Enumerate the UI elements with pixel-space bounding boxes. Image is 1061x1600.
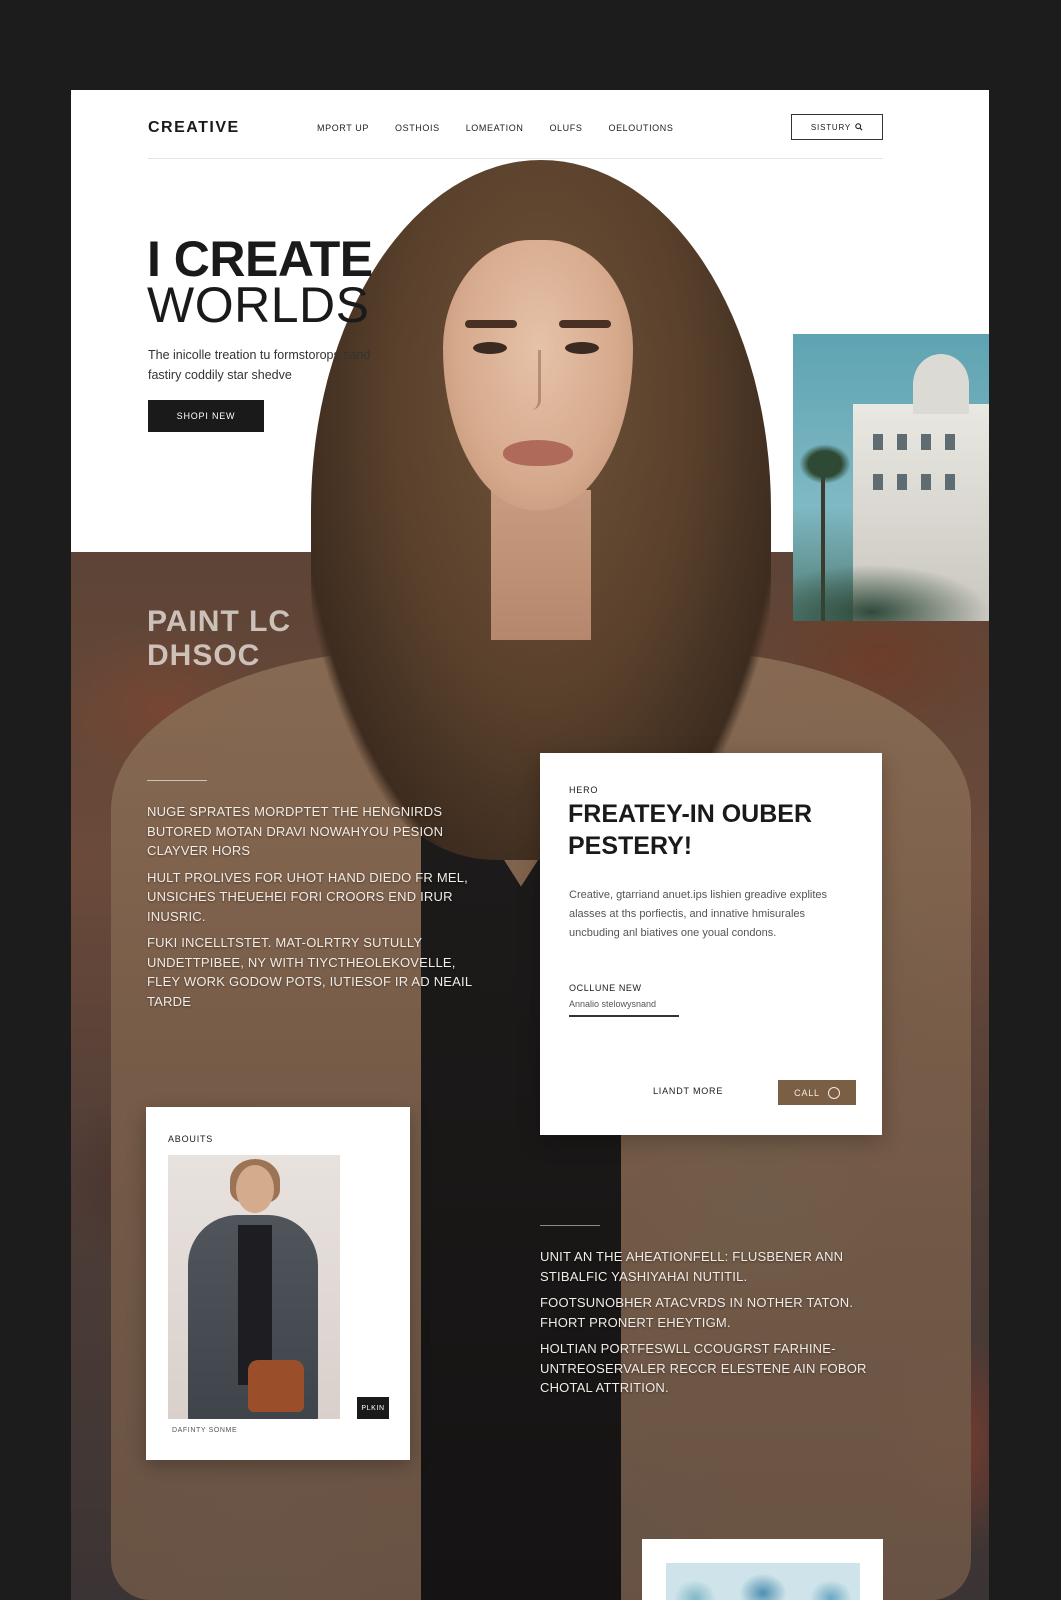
window xyxy=(897,474,907,490)
window xyxy=(945,434,955,450)
right-eye xyxy=(565,342,599,354)
header-search-button[interactable]: SISTURY xyxy=(791,114,883,140)
right-brow xyxy=(559,320,611,328)
photo-head xyxy=(236,1165,274,1213)
window xyxy=(873,474,883,490)
abouts-caption: DAFINTY SONME xyxy=(172,1427,238,1434)
left-brow xyxy=(465,320,517,328)
shop-now-button[interactable]: SHOPI NEW xyxy=(148,400,264,432)
hero-title-line2: WORLDS xyxy=(147,277,370,333)
nav-item-5[interactable]: OELOUTIONS xyxy=(608,123,673,133)
header-divider xyxy=(148,158,883,159)
trees xyxy=(793,564,989,621)
right-divider xyxy=(540,1225,600,1226)
abouts-button[interactable]: PLKIN xyxy=(357,1397,389,1419)
bottom-card xyxy=(642,1539,883,1600)
hero-title: I CREATE WORLDS xyxy=(147,231,373,333)
left-paragraph-3: FUKI INCELLTSTET. MAT-OLRTRY SUTULLY UND… xyxy=(147,935,472,1009)
building-photo xyxy=(793,334,989,621)
painted-title-line2: DHSOC xyxy=(147,639,261,672)
call-label: CALL xyxy=(794,1087,820,1098)
bottom-card-artwork xyxy=(666,1563,860,1600)
left-text-block: NUGE SPRATES MORDPTET THE HENGNIRDS BUTO… xyxy=(147,802,477,1018)
landing-page: CREATIVE MPORT UP OSTHOIS LOMEATION OLUF… xyxy=(71,90,989,1600)
left-divider xyxy=(147,780,207,781)
left-paragraph-1: NUGE SPRATES MORDPTET THE HENGNIRDS BUTO… xyxy=(147,804,444,858)
window xyxy=(897,434,907,450)
nav-item-4[interactable]: OLUFS xyxy=(549,123,582,133)
right-paragraph-3: HOLTIAN PORTFESWLL CCOUGRST FARHINE-UNTR… xyxy=(540,1341,867,1395)
nose xyxy=(525,350,541,410)
nav-item-1[interactable]: MPORT UP xyxy=(317,123,369,133)
left-paragraph-2: HULT PROLIVES FOR UHOT HAND DIEDO FR MEL… xyxy=(147,869,468,924)
window xyxy=(873,434,883,450)
site-header: CREATIVE MPORT UP OSTHOIS LOMEATION OLUF… xyxy=(71,90,989,160)
abouts-photo xyxy=(168,1155,340,1419)
circle-icon xyxy=(827,1086,840,1099)
painted-title: PAINT LC DHSOC xyxy=(147,605,291,673)
abouts-card: ABOUITS PLKIN DAFINTY SONME xyxy=(146,1107,410,1460)
card-link[interactable]: Annalio stelowysnand xyxy=(569,999,679,1017)
right-paragraph-1: UNIT AN THE AHEATIONFELL: FLUSBENER ANN … xyxy=(540,1249,844,1284)
neck-illustration xyxy=(491,490,591,640)
card-body: Creative, gtarriand anuet.ips lishien gr… xyxy=(569,889,828,939)
hero-card: HERO FREATEY-IN OUBER PESTERY! Creative,… xyxy=(540,753,882,1135)
hero-title-line1: I CREATE xyxy=(147,231,373,287)
right-paragraph-2: FOOTSUNOBHER ATACVRDS IN NOTHER TATON. F… xyxy=(540,1295,854,1330)
logo[interactable]: CREATIVE xyxy=(148,119,240,137)
palm-leaves xyxy=(799,444,851,484)
learn-more-button[interactable]: LIANDT MORE xyxy=(653,1086,723,1096)
card-label: OCLLUNE NEW xyxy=(569,983,642,993)
window xyxy=(921,474,931,490)
header-search-label: SISTURY xyxy=(810,122,852,132)
lips xyxy=(503,440,573,466)
window xyxy=(945,474,955,490)
painted-title-line1: PAINT LC xyxy=(147,605,292,638)
card-title: FREATEY-IN OUBER PESTERY! xyxy=(568,800,812,860)
left-eye xyxy=(473,342,507,354)
hero-subtitle: The inicolle treation tu formstorops san… xyxy=(148,348,371,382)
card-eyebrow: HERO xyxy=(569,785,599,795)
window xyxy=(921,434,931,450)
building-dome xyxy=(913,354,969,414)
search-icon xyxy=(855,123,863,131)
abouts-label: ABOUITS xyxy=(168,1134,214,1144)
main-nav: MPORT UP OSTHOIS LOMEATION OLUFS OELOUTI… xyxy=(317,123,673,133)
right-text-block: UNIT AN THE AHEATIONFELL: FLUSBENER ANN … xyxy=(540,1247,900,1405)
call-button[interactable]: CALL xyxy=(778,1080,856,1105)
nav-item-3[interactable]: LOMEATION xyxy=(466,123,524,133)
nav-item-2[interactable]: OSTHOIS xyxy=(395,123,440,133)
photo-bag xyxy=(248,1360,304,1412)
